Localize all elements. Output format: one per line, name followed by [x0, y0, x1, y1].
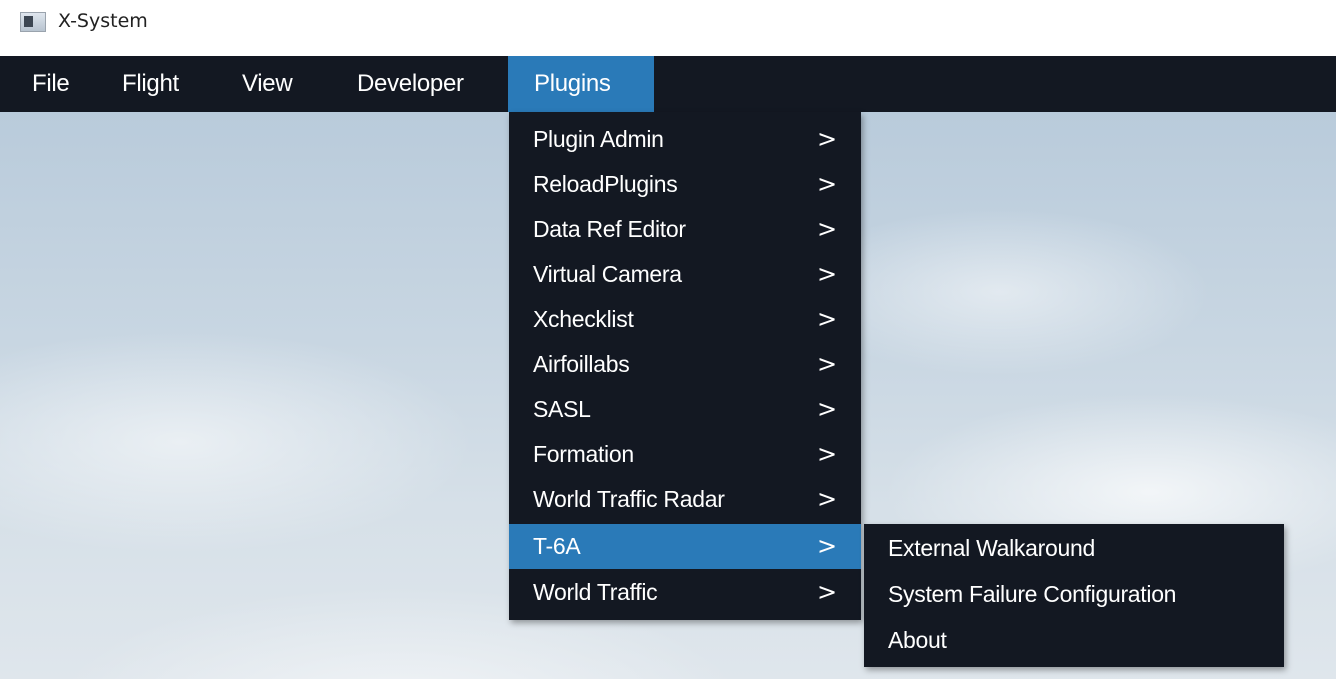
menu-view[interactable]: View — [232, 56, 302, 112]
menu-flight[interactable]: Flight — [112, 56, 189, 112]
chevron-right-icon: > — [817, 440, 837, 468]
menu-item-label: Formation — [533, 441, 634, 467]
menu-item-label: Xchecklist — [533, 306, 634, 332]
menu-item-label: T-6A — [533, 533, 581, 559]
menu-item-t6a[interactable]: T-6A > — [509, 524, 861, 569]
menu-item-formation[interactable]: Formation > — [509, 432, 861, 477]
menu-item-label: ReloadPlugins — [533, 171, 678, 197]
menu-item-virtual-camera[interactable]: Virtual Camera > — [509, 252, 861, 297]
menu-bar: File Flight View Developer Plugins — [0, 56, 1336, 112]
menu-file[interactable]: File — [22, 56, 79, 112]
window-title-bar: X-System — [0, 0, 1336, 56]
plugins-dropdown: Plugin Admin > ReloadPlugins > Data Ref … — [509, 112, 861, 620]
chevron-right-icon: > — [817, 578, 837, 606]
menu-item-label: Data Ref Editor — [533, 216, 686, 242]
chevron-right-icon: > — [817, 305, 837, 333]
chevron-right-icon: > — [817, 170, 837, 198]
t6a-submenu: External Walkaround System Failure Confi… — [864, 524, 1284, 667]
chevron-right-icon: > — [817, 125, 837, 153]
chevron-right-icon: > — [817, 350, 837, 378]
app-icon — [20, 12, 46, 32]
chevron-right-icon: > — [817, 532, 837, 560]
menu-item-label: Plugin Admin — [533, 126, 664, 152]
menu-item-plugin-admin[interactable]: Plugin Admin > — [509, 117, 861, 162]
menu-item-label: Airfoillabs — [533, 351, 630, 377]
menu-plugins[interactable]: Plugins — [508, 56, 654, 112]
submenu-item-external-walkaround[interactable]: External Walkaround — [864, 526, 1284, 571]
menu-item-data-ref-editor[interactable]: Data Ref Editor > — [509, 207, 861, 252]
menu-item-reload-plugins[interactable]: ReloadPlugins > — [509, 162, 861, 207]
menu-item-label: SASL — [533, 396, 591, 422]
chevron-right-icon: > — [817, 260, 837, 288]
menu-item-label: World Traffic — [533, 579, 658, 605]
chevron-right-icon: > — [817, 485, 837, 513]
chevron-right-icon: > — [817, 215, 837, 243]
menu-developer[interactable]: Developer — [347, 56, 474, 112]
menu-item-airfoillabs[interactable]: Airfoillabs > — [509, 342, 861, 387]
menu-item-label: World Traffic Radar — [533, 486, 725, 512]
menu-item-label: Virtual Camera — [533, 261, 682, 287]
menu-item-world-traffic[interactable]: World Traffic > — [509, 570, 861, 615]
submenu-item-system-failure-configuration[interactable]: System Failure Configuration — [864, 572, 1284, 617]
menu-item-xchecklist[interactable]: Xchecklist > — [509, 297, 861, 342]
window-title: X-System — [58, 10, 148, 32]
menu-item-world-traffic-radar[interactable]: World Traffic Radar > — [509, 477, 861, 522]
submenu-item-about[interactable]: About — [864, 618, 1284, 663]
chevron-right-icon: > — [817, 395, 837, 423]
menu-item-sasl[interactable]: SASL > — [509, 387, 861, 432]
